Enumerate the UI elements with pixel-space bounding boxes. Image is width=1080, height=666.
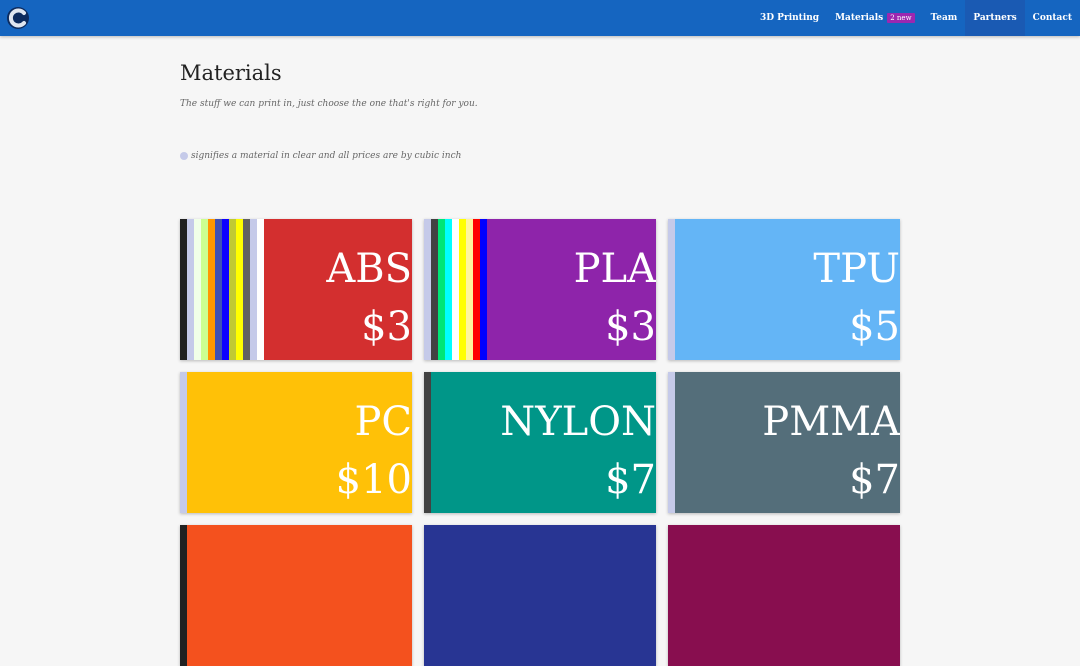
color-swatch: [431, 219, 438, 360]
color-swatch: [459, 219, 466, 360]
material-card[interactable]: PC $10: [180, 372, 412, 513]
nav-label: Contact: [1032, 13, 1072, 23]
material-name: NYLON: [500, 399, 656, 445]
material-card[interactable]: [668, 525, 900, 666]
card-body: [668, 525, 900, 666]
material-price: $3: [361, 304, 412, 350]
material-price: $7: [849, 457, 900, 503]
color-swatches: [424, 372, 431, 513]
nav-label: 3D Printing: [759, 13, 820, 23]
material-name: PC: [354, 399, 412, 445]
color-swatch: [236, 219, 243, 360]
card-body: TPU $5: [675, 219, 900, 360]
material-card[interactable]: NYLON $7: [424, 372, 656, 513]
nav-team[interactable]: Team: [923, 0, 966, 36]
color-swatch: [215, 219, 222, 360]
color-swatch: [180, 372, 187, 513]
card-body: PMMA $7: [675, 372, 900, 513]
nav-label: Team: [930, 13, 958, 23]
top-navbar: 3D Printing Materials 2 new Team Partner…: [0, 0, 1080, 36]
color-swatch: [194, 219, 201, 360]
color-swatch: [229, 219, 236, 360]
page-title: Materials: [180, 61, 282, 85]
material-name: ABS: [326, 246, 412, 292]
color-swatch: [668, 219, 675, 360]
nav-partners[interactable]: Partners: [965, 0, 1025, 36]
nav-label: Materials: [835, 13, 884, 23]
color-swatch: [668, 372, 675, 513]
color-swatch: [473, 219, 480, 360]
material-card[interactable]: [180, 525, 412, 666]
color-swatch: [201, 219, 208, 360]
material-name: PLA: [573, 246, 656, 292]
material-card[interactable]: PMMA $7: [668, 372, 900, 513]
nav-menu: 3D Printing Materials 2 new Team Partner…: [752, 0, 1080, 36]
logo-icon[interactable]: [6, 6, 30, 30]
color-swatches: [424, 219, 487, 360]
color-swatch: [243, 219, 250, 360]
material-card[interactable]: ABS $3: [180, 219, 412, 360]
card-body: PLA $3: [487, 219, 656, 360]
material-price: $3: [605, 304, 656, 350]
color-swatch: [480, 219, 487, 360]
color-swatches: [180, 372, 187, 513]
material-price: $7: [605, 457, 656, 503]
color-swatch: [424, 372, 431, 513]
nav-3d-printing[interactable]: 3D Printing: [752, 0, 827, 36]
color-swatch: [466, 219, 473, 360]
material-price: $10: [335, 457, 412, 503]
nav-contact[interactable]: Contact: [1025, 0, 1080, 36]
material-name: TPU: [813, 246, 900, 292]
material-card[interactable]: TPU $5: [668, 219, 900, 360]
card-body: [187, 525, 412, 666]
color-swatch: [452, 219, 459, 360]
color-swatch: [250, 219, 257, 360]
color-swatch: [222, 219, 229, 360]
color-swatch: [180, 219, 187, 360]
new-badge: 2 new: [887, 13, 915, 23]
nav-label: Partners: [973, 13, 1017, 23]
color-swatch: [424, 219, 431, 360]
material-name: PMMA: [762, 399, 900, 445]
color-swatch: [187, 219, 194, 360]
clear-indicator-icon: [180, 152, 188, 160]
card-body: [424, 525, 656, 666]
color-swatch: [208, 219, 215, 360]
color-swatch: [438, 219, 445, 360]
material-price: $5: [849, 304, 900, 350]
color-swatches: [668, 372, 675, 513]
color-swatches: [180, 219, 264, 360]
color-swatches: [668, 219, 675, 360]
card-body: ABS $3: [264, 219, 412, 360]
color-swatch: [257, 219, 264, 360]
color-swatch: [180, 525, 187, 666]
nav-materials[interactable]: Materials 2 new: [827, 0, 922, 36]
legend-text: signifies a material in clear and all pr…: [191, 151, 462, 161]
card-body: NYLON $7: [431, 372, 656, 513]
color-swatches: [180, 525, 187, 666]
card-body: PC $10: [187, 372, 412, 513]
legend: signifies a material in clear and all pr…: [180, 151, 461, 161]
material-card[interactable]: [424, 525, 656, 666]
material-card[interactable]: PLA $3: [424, 219, 656, 360]
color-swatch: [445, 219, 452, 360]
page-subtitle: The stuff we can print in, just choose t…: [180, 99, 478, 109]
